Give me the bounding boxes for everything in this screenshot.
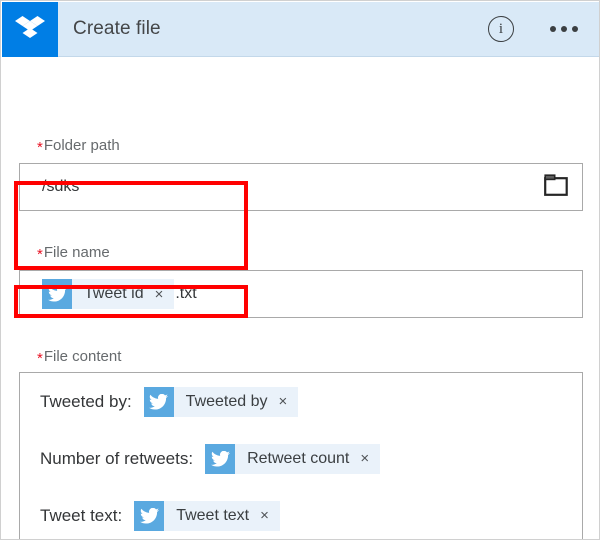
token-label: Tweeted by — [185, 392, 268, 410]
token-remove-icon[interactable]: × — [148, 287, 175, 302]
token-label: Tweet text — [176, 506, 250, 524]
info-icon[interactable]: i — [488, 16, 514, 42]
folder-path-label: *Folder path — [37, 137, 120, 156]
twitter-icon — [205, 443, 236, 474]
page-title: Create file — [73, 18, 161, 39]
folder-path-value: /sdks — [42, 178, 80, 195]
twitter-icon — [134, 500, 165, 531]
required-asterisk: * — [37, 350, 43, 367]
twitter-icon — [42, 279, 72, 309]
dynamic-token-retweet-count[interactable]: Retweet count × — [205, 443, 381, 474]
file-content-row: Tweeted by: Tweeted by × — [20, 373, 582, 430]
file-name-label: *File name — [37, 244, 110, 263]
row-label: Tweeted by: — [40, 391, 132, 411]
ellipsis-menu-icon[interactable] — [550, 26, 578, 32]
file-name-suffix: .txt — [175, 285, 197, 302]
card-header: Create file i — [2, 1, 599, 57]
folder-picker-icon[interactable] — [544, 173, 568, 201]
row-label: Number of retweets: — [40, 448, 194, 468]
file-content-label-text: File content — [43, 348, 122, 365]
twitter-icon — [143, 386, 174, 417]
file-content-input[interactable]: Tweeted by: Tweeted by × Number of retwe… — [19, 372, 583, 539]
ellipsis-dot — [572, 26, 578, 32]
token-remove-icon[interactable]: × — [272, 394, 299, 409]
token-remove-icon[interactable]: × — [353, 451, 380, 466]
dynamic-token-tweet-id[interactable]: Tweet id × — [42, 279, 175, 309]
folder-path-input[interactable]: /sdks — [19, 163, 583, 211]
file-name-input[interactable]: Tweet id × .txt — [19, 270, 583, 318]
dropbox-logo-icon — [2, 1, 58, 57]
folder-path-label-text: Folder path — [43, 137, 120, 154]
create-file-card: Create file i *Folder path /sdks *File n… — [0, 0, 600, 540]
file-content-row: Tweet text: Tweet text × — [20, 487, 582, 539]
file-name-label-text: File name — [43, 244, 110, 261]
file-content-row: Number of retweets: Retweet count × — [20, 430, 582, 487]
dynamic-token-tweeted-by[interactable]: Tweeted by × — [143, 386, 299, 417]
card-body: *Folder path /sdks *File name Tweet id ×… — [1, 57, 599, 539]
required-asterisk: * — [37, 246, 43, 263]
row-label: Tweet text: — [40, 505, 123, 525]
ellipsis-dot — [561, 26, 567, 32]
token-label: Retweet count — [247, 449, 350, 467]
required-asterisk: * — [37, 139, 43, 156]
dynamic-token-tweet-text[interactable]: Tweet text × — [134, 500, 280, 531]
file-content-label: *File content — [37, 348, 122, 367]
token-remove-icon[interactable]: × — [253, 508, 280, 523]
ellipsis-dot — [550, 26, 556, 32]
token-label: Tweet id — [84, 285, 144, 302]
